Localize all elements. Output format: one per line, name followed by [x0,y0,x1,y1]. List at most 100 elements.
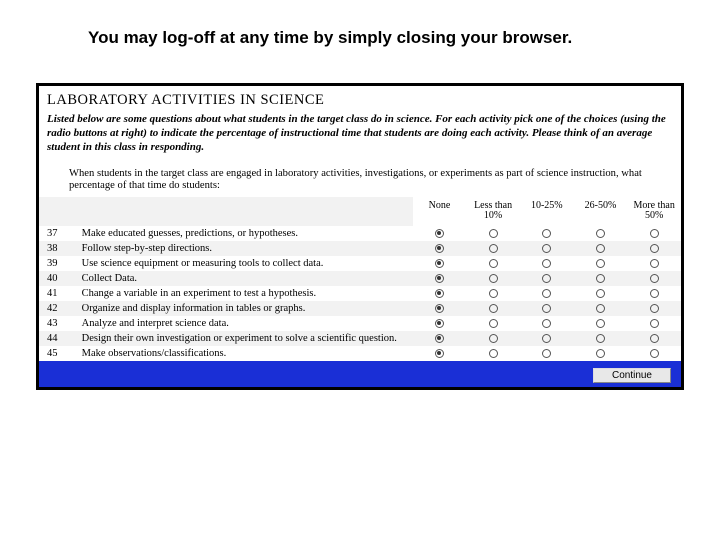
radio-button[interactable] [489,319,498,328]
option-cell [520,241,574,256]
radio-button[interactable] [489,334,498,343]
radio-button[interactable] [435,289,444,298]
survey-grid: None Less than 10% 10-25% 26-50% More th… [39,197,681,361]
radio-button[interactable] [650,274,659,283]
row-number: 38 [39,241,78,256]
radio-button[interactable] [650,349,659,358]
row-activity: Change a variable in an experiment to te… [78,286,413,301]
option-cell [574,346,628,361]
option-cell [520,286,574,301]
option-cell [574,301,628,316]
radio-button[interactable] [596,274,605,283]
option-cell [627,226,681,241]
radio-button[interactable] [596,259,605,268]
radio-button[interactable] [542,319,551,328]
radio-button[interactable] [650,334,659,343]
radio-button[interactable] [489,289,498,298]
radio-button[interactable] [435,334,444,343]
radio-button[interactable] [650,304,659,313]
table-row: 42Organize and display information in ta… [39,301,681,316]
survey-frame: LABORATORY ACTIVITIES IN SCIENCE Listed … [36,83,684,390]
row-number: 44 [39,331,78,346]
radio-button[interactable] [596,229,605,238]
radio-button[interactable] [435,229,444,238]
table-row: 43Analyze and interpret science data. [39,316,681,331]
option-cell [413,316,467,331]
row-number: 41 [39,286,78,301]
option-cell [627,316,681,331]
option-cell [466,331,520,346]
radio-button[interactable] [489,229,498,238]
radio-button[interactable] [489,349,498,358]
radio-button[interactable] [542,349,551,358]
option-cell [574,286,628,301]
option-cell [413,226,467,241]
radio-button[interactable] [650,319,659,328]
option-cell [520,331,574,346]
radio-button[interactable] [650,289,659,298]
option-cell [413,331,467,346]
radio-button[interactable] [542,334,551,343]
radio-button[interactable] [650,229,659,238]
radio-button[interactable] [542,304,551,313]
radio-button[interactable] [435,259,444,268]
radio-button[interactable] [542,289,551,298]
radio-button[interactable] [542,244,551,253]
radio-button[interactable] [489,244,498,253]
col-header-10-25: 10-25% [520,197,574,226]
radio-button[interactable] [435,274,444,283]
continue-button[interactable]: Continue [593,368,671,383]
option-cell [413,346,467,361]
radio-button[interactable] [596,334,605,343]
col-header-gt50: More than 50% [627,197,681,226]
table-row: 45Make observations/classifications. [39,346,681,361]
radio-button[interactable] [542,274,551,283]
radio-button[interactable] [596,289,605,298]
radio-button[interactable] [435,349,444,358]
option-cell [574,256,628,271]
col-header-none: None [413,197,467,226]
table-row: 41Change a variable in an experiment to … [39,286,681,301]
radio-button[interactable] [596,304,605,313]
col-header-lt10: Less than 10% [466,197,520,226]
row-activity: Make observations/classifications. [78,346,413,361]
option-cell [466,316,520,331]
option-cell [574,271,628,286]
radio-button[interactable] [596,244,605,253]
option-cell [520,271,574,286]
option-cell [413,241,467,256]
section-title: LABORATORY ACTIVITIES IN SCIENCE [39,86,681,113]
option-cell [627,286,681,301]
row-number: 40 [39,271,78,286]
radio-button[interactable] [542,259,551,268]
row-number: 42 [39,301,78,316]
option-cell [466,226,520,241]
row-activity: Analyze and interpret science data. [78,316,413,331]
table-row: 44Design their own investigation or expe… [39,331,681,346]
radio-button[interactable] [435,304,444,313]
option-cell [627,271,681,286]
option-cell [574,226,628,241]
row-activity: Use science equipment or measuring tools… [78,256,413,271]
column-header-row: None Less than 10% 10-25% 26-50% More th… [39,197,681,226]
row-activity: Follow step-by-step directions. [78,241,413,256]
radio-button[interactable] [435,244,444,253]
radio-button[interactable] [489,274,498,283]
option-cell [520,226,574,241]
radio-button[interactable] [650,244,659,253]
option-cell [413,256,467,271]
radio-button[interactable] [596,319,605,328]
option-cell [466,346,520,361]
option-cell [466,256,520,271]
row-activity: Design their own investigation or experi… [78,331,413,346]
table-row: 38Follow step-by-step directions. [39,241,681,256]
option-cell [627,301,681,316]
radio-button[interactable] [489,259,498,268]
option-cell [413,301,467,316]
radio-button[interactable] [542,229,551,238]
table-row: 40Collect Data. [39,271,681,286]
radio-button[interactable] [596,349,605,358]
radio-button[interactable] [435,319,444,328]
radio-button[interactable] [489,304,498,313]
radio-button[interactable] [650,259,659,268]
